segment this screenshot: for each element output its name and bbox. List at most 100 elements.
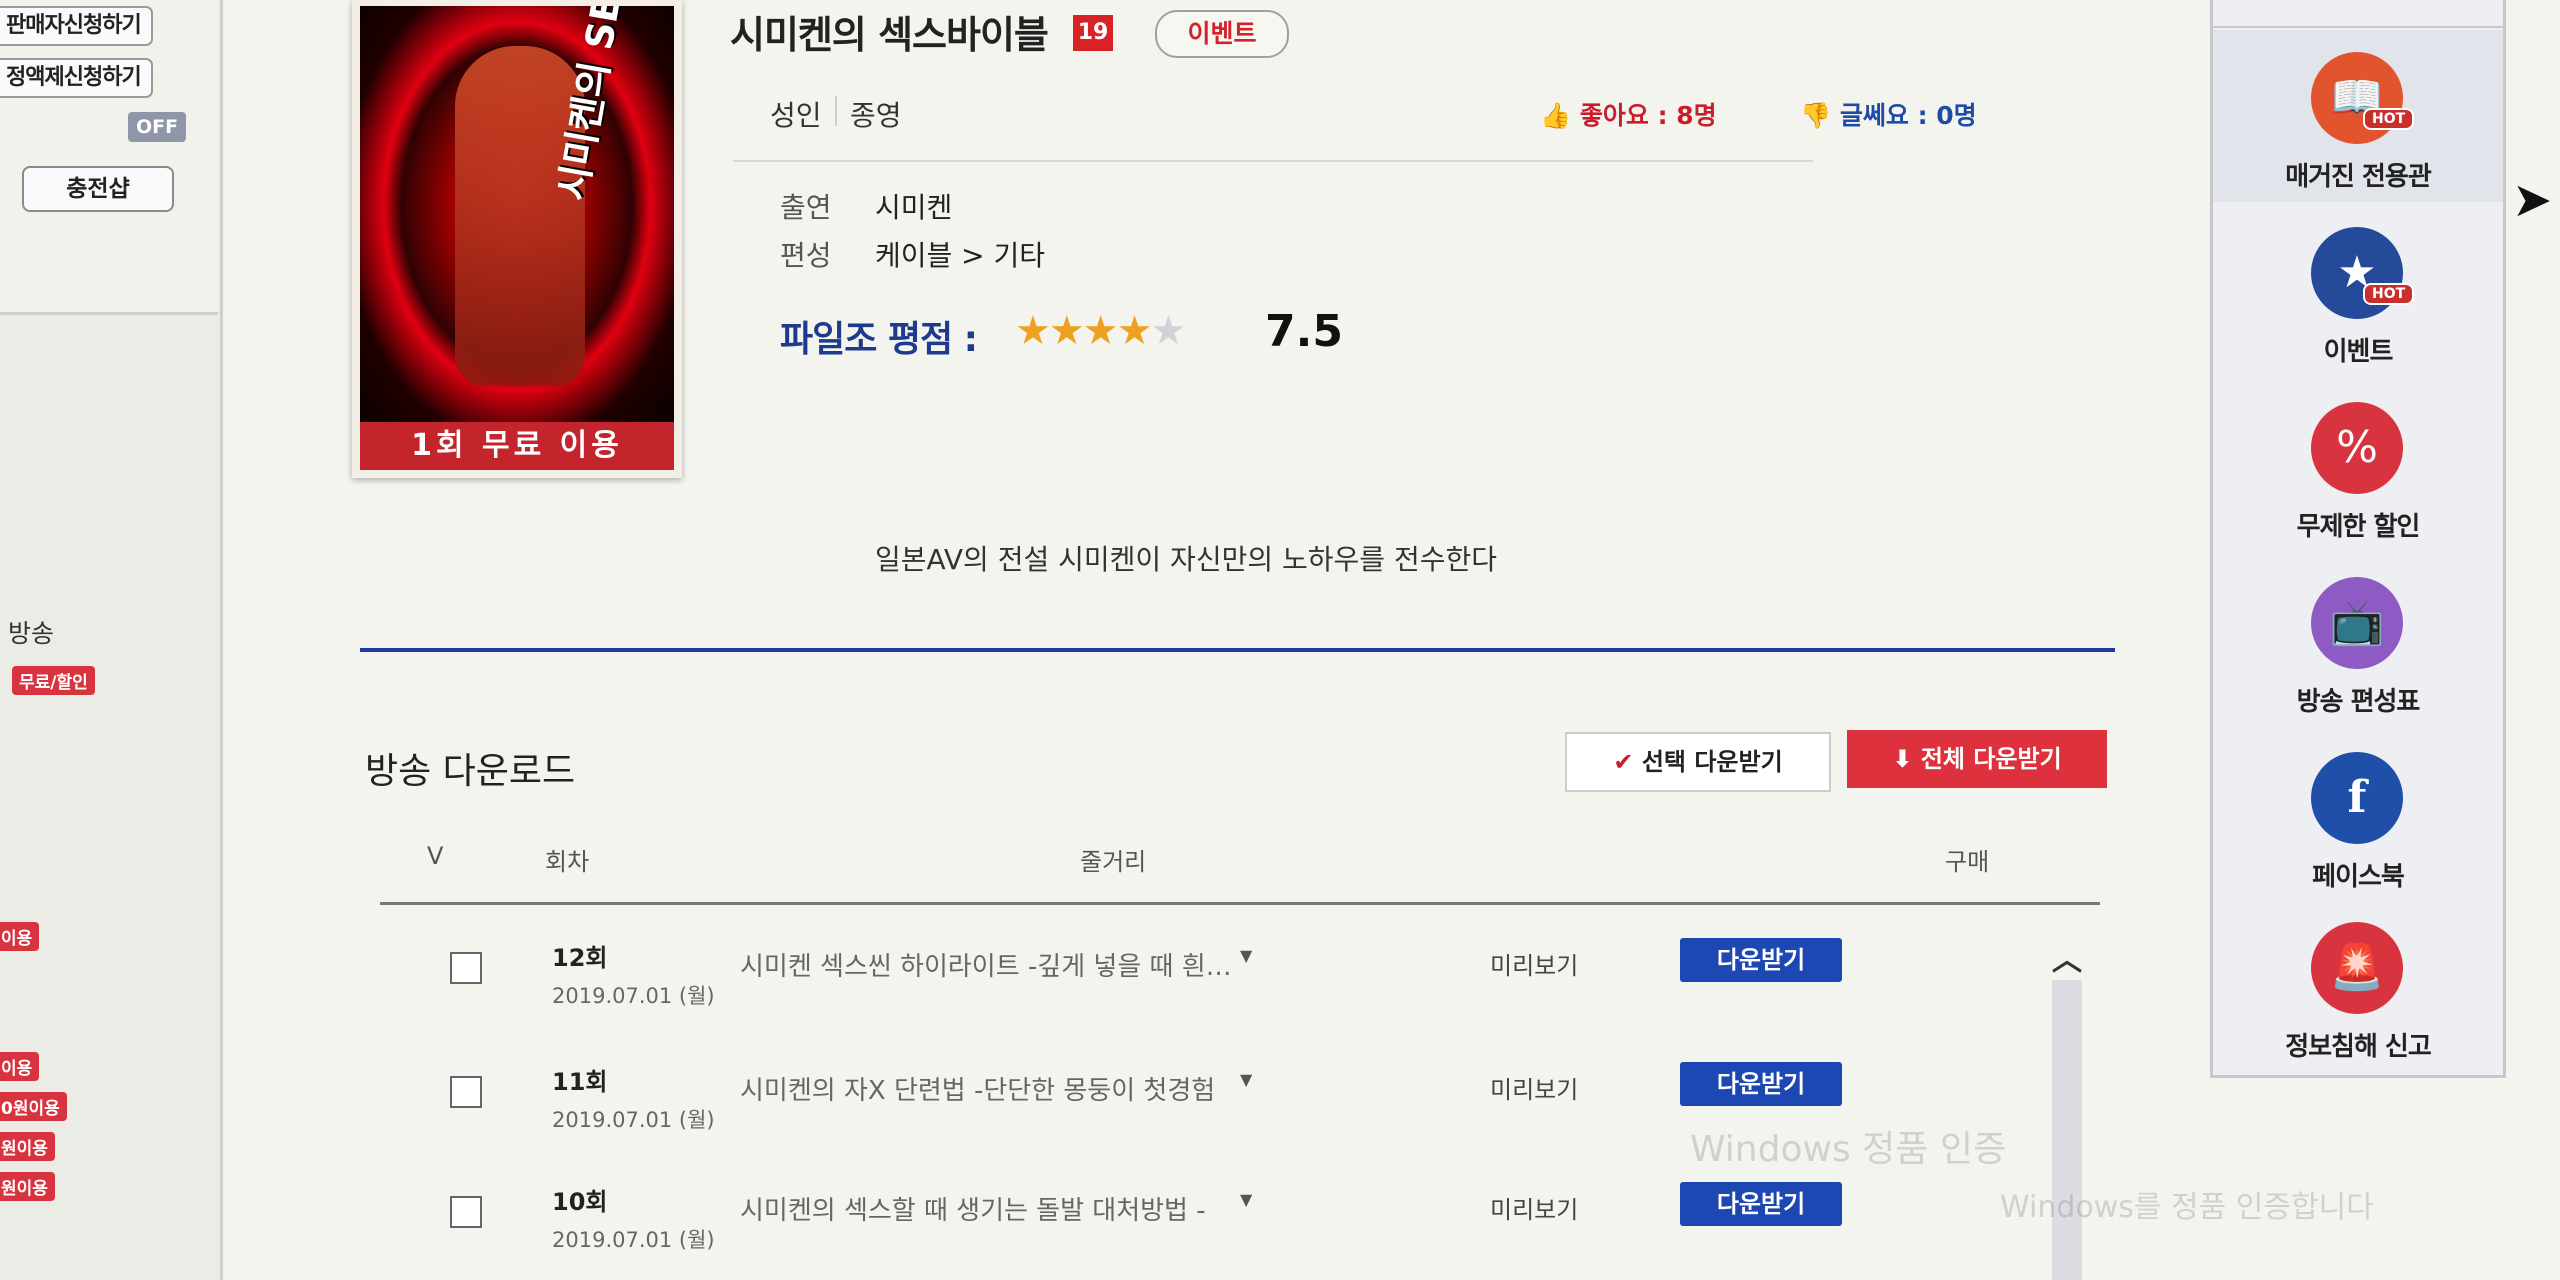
rating-stars: ★★★★★ <box>1015 308 1186 354</box>
percent-icon: % <box>2311 402 2403 494</box>
usage-badge[interactable]: 이용 <box>0 1052 40 1081</box>
off-toggle[interactable]: OFF <box>128 112 186 142</box>
poster-figure <box>455 46 585 386</box>
usage-badge[interactable]: 이용 <box>0 922 40 951</box>
star-icon: ★ <box>1048 308 1085 354</box>
windows-activation-watermark: Windows 정품 인증 <box>1690 1129 2007 1170</box>
policy-apply-button[interactable]: 정액제신청하기 <box>0 58 153 98</box>
episode-summary[interactable]: 시미켄의 자X 단련법 -단단한 몽둥이 첫경험 <box>740 1070 1215 1107</box>
mouse-cursor-icon: ➤ <box>2512 172 2553 228</box>
category-label: 편성 <box>780 239 832 272</box>
quick-facebook[interactable]: f 페이스북 <box>2213 730 2503 902</box>
hot-badge: HOT <box>2363 108 2415 130</box>
hot-badge: HOT <box>2363 283 2415 305</box>
quick-event[interactable]: ★ HOT 이벤트 <box>2213 205 2503 377</box>
episode-number: 11회 <box>552 1068 608 1096</box>
left-account-box: 판매자신청하기 정액제신청하기 OFF 충전샵 <box>0 0 218 315</box>
cast-label: 출연 <box>780 191 832 224</box>
seller-apply-button[interactable]: 판매자신청하기 <box>0 6 153 46</box>
poster[interactable]: 시미켄의 SEX바이블 1회 무료 이용 <box>352 0 682 478</box>
facebook-icon: f <box>2311 752 2403 844</box>
description: 일본AV의 전설 시미켄이 자신만의 노하우를 전수한다 <box>875 543 1497 576</box>
download-section-title: 방송 다운로드 <box>365 751 576 792</box>
chevron-down-icon[interactable]: ▼ <box>1240 946 1252 965</box>
episode-date: 2019.07.01 (월) <box>552 1228 715 1252</box>
usage-badge[interactable]: 원이용 <box>0 1132 55 1161</box>
episode-number: 12회 <box>552 944 608 972</box>
book-icon: 📖 <box>2311 52 2403 144</box>
col-episode: 회차 <box>545 848 590 876</box>
usage-badge[interactable]: 0원이용 <box>0 1092 67 1121</box>
quick-unlimited-discount[interactable]: % 무제한 할인 <box>2213 380 2503 552</box>
col-purchase: 구매 <box>1945 848 1990 876</box>
table-row: 12회 2019.07.01 (월) 시미켄 섹스씬 하이라이트 -깊게 넣을 … <box>380 928 2100 1048</box>
download-button[interactable]: 다운받기 <box>1680 1182 1842 1226</box>
thumb-up-icon: 👍 <box>1540 101 1572 130</box>
chevron-down-icon[interactable]: ▼ <box>1240 1070 1252 1089</box>
genre-adult[interactable]: 성인 <box>770 94 822 134</box>
quick-label: 매거진 전용관 <box>2285 162 2432 192</box>
all-download-button[interactable]: ⬇ 전체 다운받기 <box>1847 730 2107 788</box>
col-check: V <box>427 842 444 870</box>
download-button[interactable]: 다운받기 <box>1680 938 1842 982</box>
comments-text: 글쎄요 : 0명 <box>1839 101 1977 130</box>
scroll-up-icon[interactable]: ︿ <box>2052 935 2082 979</box>
all-download-label: 전체 다운받기 <box>1920 745 2062 773</box>
rating-score: 7.5 <box>1265 306 1343 357</box>
row-checkbox[interactable] <box>450 952 482 984</box>
thumb-down-icon: 👎 <box>1800 101 1832 130</box>
quick-report[interactable]: 🚨 정보침해 신고 <box>2213 900 2503 1072</box>
rating-label: 파일조 평점 : <box>780 319 978 360</box>
quick-menu-top <box>2213 0 2503 28</box>
event-icon: ★ <box>2311 227 2403 319</box>
poster-image: 시미켄의 SEX바이블 <box>360 6 674 422</box>
quick-label: 방송 편성표 <box>2296 687 2421 717</box>
page-title: 시미켄의 섹스바이블 <box>730 13 1049 57</box>
left-sidebar: 판매자신청하기 정액제신청하기 OFF 충전샵 방송 무료/할인 이용 이용 0… <box>0 0 223 1280</box>
episode-date: 2019.07.01 (월) <box>552 1108 715 1132</box>
chevron-down-icon[interactable]: ▼ <box>1240 1190 1252 1209</box>
star-icon: ★ <box>1116 308 1153 354</box>
star-icon: ★ <box>1082 308 1119 354</box>
select-download-button[interactable]: ✔ 선택 다운받기 <box>1565 732 1831 792</box>
episode-summary[interactable]: 시미켄 섹스씬 하이라이트 -깊게 넣을 때 흰… <box>740 946 1232 983</box>
age-19-badge: 19 <box>1073 15 1113 51</box>
free-discount-badge[interactable]: 무료/할인 <box>12 666 95 695</box>
info-divider <box>733 160 1813 162</box>
star-empty-icon: ★ <box>1150 308 1186 354</box>
genre-separator <box>835 96 837 126</box>
table-header-line <box>380 902 2100 905</box>
preview-link[interactable]: 미리보기 <box>1490 1070 1578 1105</box>
quick-magazine[interactable]: 📖 HOT 매거진 전용관 <box>2213 30 2503 202</box>
download-button[interactable]: 다운받기 <box>1680 1062 1842 1106</box>
usage-badge[interactable]: 원이용 <box>0 1172 55 1201</box>
row-checkbox[interactable] <box>450 1076 482 1108</box>
episode-number: 10회 <box>552 1188 608 1216</box>
siren-icon: 🚨 <box>2311 922 2403 1014</box>
quick-menu: 📖 HOT 매거진 전용관 ★ HOT 이벤트 % 무제한 할인 📺 방송 편성… <box>2210 0 2506 1078</box>
check-icon: ✔ <box>1613 748 1634 776</box>
quick-label: 페이스북 <box>2312 862 2405 892</box>
main-content: 시미켄의 SEX바이블 1회 무료 이용 시미켄의 섹스바이블 19 이벤트 성… <box>225 0 2115 1280</box>
comments-count[interactable]: 👎 글쎄요 : 0명 <box>1800 96 1977 132</box>
preview-link[interactable]: 미리보기 <box>1490 1190 1578 1225</box>
genre-ended[interactable]: 종영 <box>850 94 902 134</box>
tv-icon: 📺 <box>2311 577 2403 669</box>
download-icon: ⬇ <box>1892 745 1913 773</box>
free-use-label: 1회 무료 이용 <box>360 422 674 470</box>
table-row: 10회 2019.07.01 (월) 시미켄의 섹스할 때 생기는 돌발 대처방… <box>380 1172 2100 1280</box>
row-checkbox[interactable] <box>450 1196 482 1228</box>
likes-count[interactable]: 👍 좋아요 : 8명 <box>1540 96 1717 132</box>
section-divider <box>360 648 2115 652</box>
cast-value[interactable]: 시미켄 <box>875 186 952 226</box>
category-value[interactable]: 케이블 > 기타 <box>875 234 1045 274</box>
episode-date: 2019.07.01 (월) <box>552 984 715 1008</box>
episode-summary[interactable]: 시미켄의 섹스할 때 생기는 돌발 대처방법 - <box>740 1190 1206 1227</box>
charge-shop-button[interactable]: 충전샵 <box>22 166 174 212</box>
scrollbar[interactable] <box>2052 980 2082 1280</box>
star-icon: ★ <box>1015 308 1051 354</box>
select-download-label: 선택 다운받기 <box>1641 748 1783 776</box>
preview-link[interactable]: 미리보기 <box>1490 946 1578 981</box>
quick-schedule[interactable]: 📺 방송 편성표 <box>2213 555 2503 727</box>
event-chip[interactable]: 이벤트 <box>1155 10 1289 58</box>
